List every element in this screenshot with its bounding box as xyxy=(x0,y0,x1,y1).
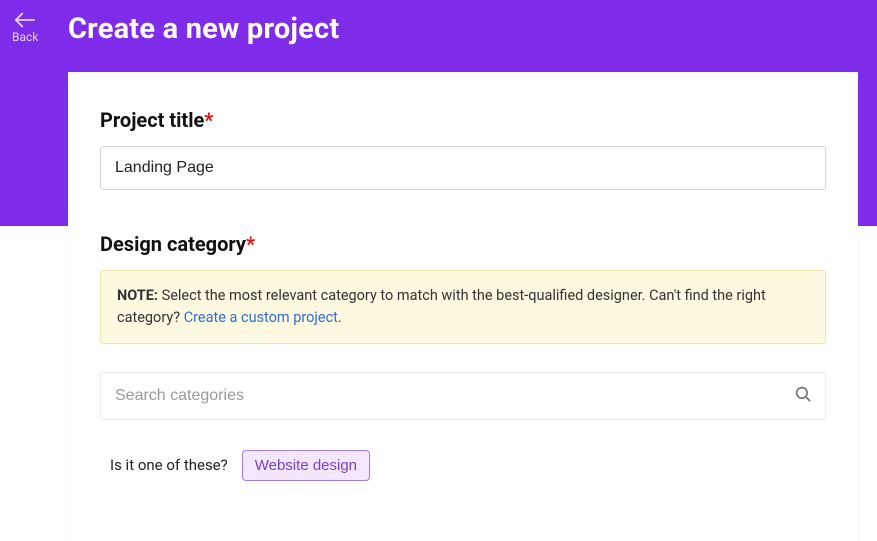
category-search-input[interactable] xyxy=(100,372,826,420)
project-title-section: Project title* xyxy=(100,108,826,190)
category-note-box: NOTE: Select the most relevant category … xyxy=(100,270,826,344)
project-title-label-text: Project title xyxy=(100,108,204,132)
category-search-wrap xyxy=(100,372,826,420)
design-category-label-text: Design category xyxy=(100,232,246,256)
note-suffix: . xyxy=(338,309,342,326)
back-button[interactable]: Back xyxy=(8,8,42,48)
project-title-input[interactable] xyxy=(100,146,826,190)
arrow-left-icon xyxy=(14,12,36,30)
design-category-section: Design category* NOTE: Select the most r… xyxy=(100,232,826,481)
design-category-label: Design category* xyxy=(100,232,826,256)
suggestion-chip-website-design[interactable]: Website design xyxy=(242,450,370,481)
suggestion-row: Is it one of these? Website design xyxy=(100,450,826,481)
form-card: Project title* Design category* NOTE: Se… xyxy=(68,72,858,541)
required-asterisk: * xyxy=(246,232,255,256)
create-custom-project-link[interactable]: Create a custom project xyxy=(184,309,338,326)
suggestion-label: Is it one of these? xyxy=(110,456,228,474)
back-label: Back xyxy=(12,30,38,44)
note-label: NOTE: xyxy=(117,287,158,304)
project-title-label: Project title* xyxy=(100,108,826,132)
search-icon xyxy=(794,385,812,407)
required-asterisk: * xyxy=(204,108,213,132)
page-title: Create a new project xyxy=(68,12,339,46)
